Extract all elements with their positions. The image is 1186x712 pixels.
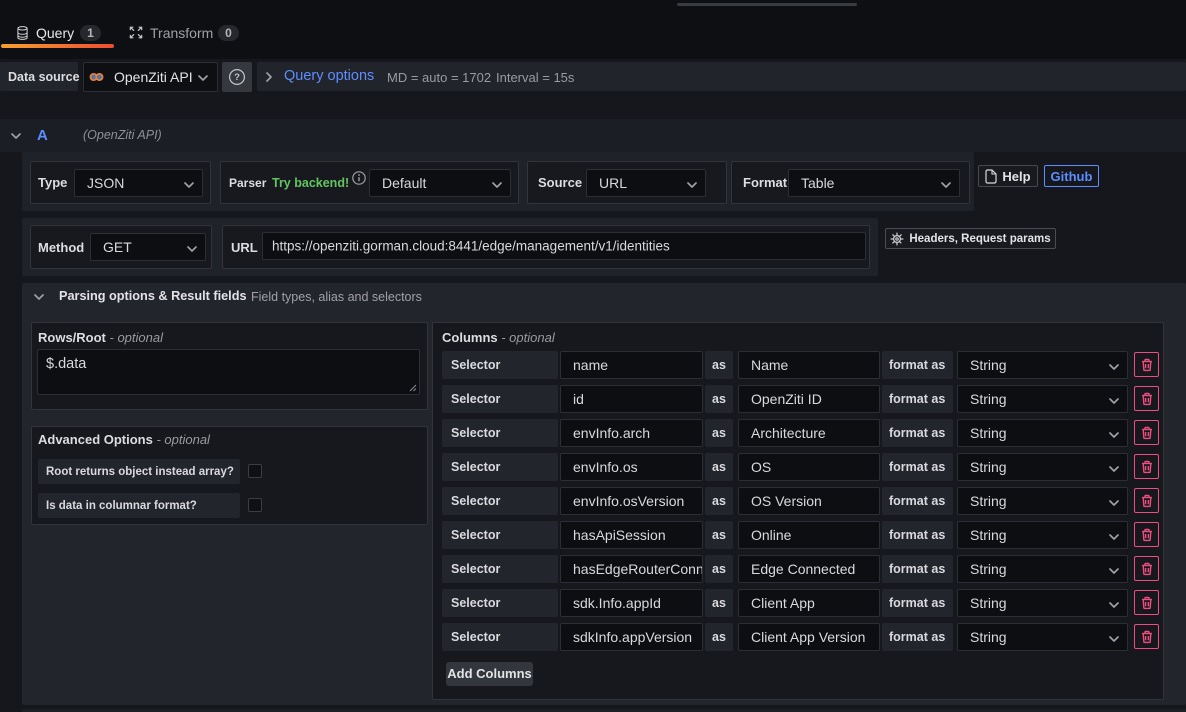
svg-text:?: ? xyxy=(234,72,240,83)
